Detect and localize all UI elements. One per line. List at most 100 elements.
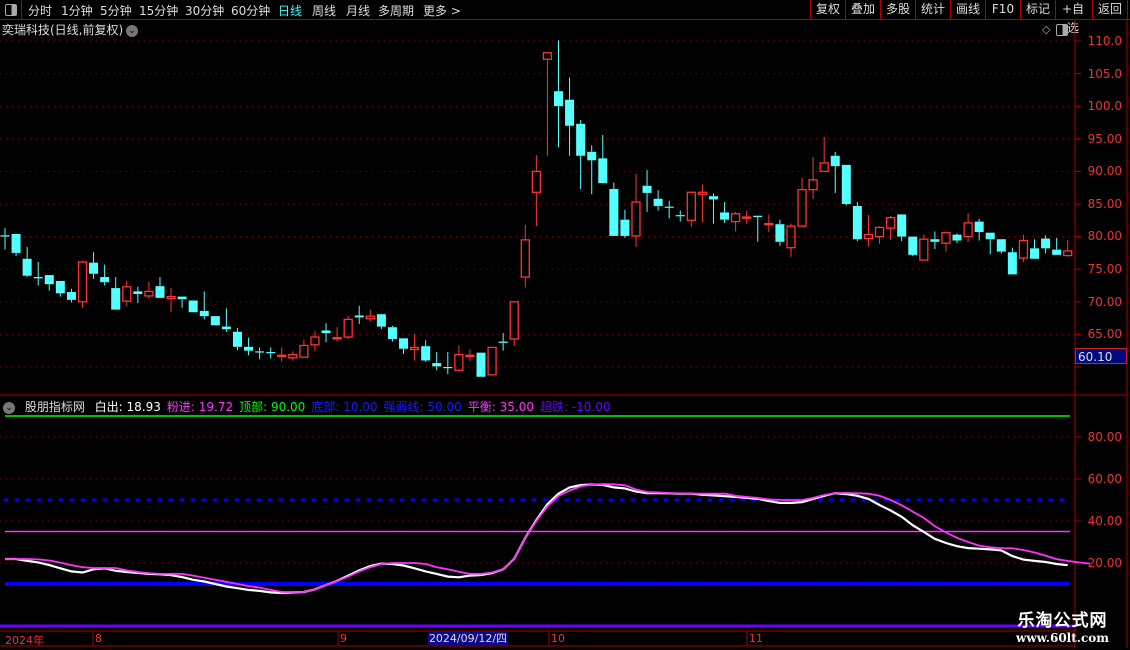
candle-body-up (454, 353, 464, 371)
candle-body-up (166, 295, 176, 300)
candle-body-up (764, 222, 774, 226)
indicator-value-1: 粉进: 19.72 (166, 400, 234, 414)
candle-body-up (509, 301, 519, 340)
candle-body-down (897, 214, 907, 237)
candle-body-up (631, 201, 641, 237)
price-tick: 105.0 (1087, 67, 1122, 81)
candle-body-up (465, 354, 475, 358)
candle-body-down (44, 275, 54, 285)
price-tick: 70.00 (1087, 295, 1122, 309)
candle-body-down (830, 155, 840, 167)
candle-body-down (675, 215, 685, 217)
candle-body-down (0, 235, 10, 237)
candle-body-up (919, 238, 929, 261)
candle-body-down (852, 205, 862, 240)
candle-body-up (742, 216, 752, 219)
date-label: 11 (749, 632, 763, 645)
candle-body-up (487, 346, 497, 376)
indicator-value-6: 超跌: -10.00 (539, 400, 611, 414)
candle-body-down (720, 212, 730, 220)
chart-canvas[interactable] (0, 0, 1130, 650)
indicator-value-4: 强弱线: 50.00 (383, 400, 462, 414)
candle-body-up (1018, 239, 1029, 259)
candle-body-down (387, 327, 397, 339)
candle-body-down (11, 233, 21, 253)
candle-body-up (963, 222, 973, 238)
candle-body-up (288, 353, 298, 359)
candle-body-up (365, 315, 375, 320)
chevron-down-icon[interactable]: ⌄ (3, 401, 15, 414)
candle-body-up (863, 233, 874, 240)
watermark-url: www.60lt.com (1016, 631, 1109, 645)
indicator-values: 白出: 18.93 粉进: 19.72 顶部: 90.00 底部: 10.00 强弱线:… (95, 400, 617, 414)
candle-body-up (941, 232, 951, 244)
candle-body-up (409, 346, 420, 351)
cursor-price-label: 60.10 (1075, 348, 1127, 364)
candle-body-down (177, 296, 187, 300)
candle-body-up (531, 170, 542, 193)
candle-body-down (354, 315, 364, 318)
candle-body-up (808, 179, 818, 191)
candle-body-down (399, 338, 409, 349)
date-label: 9 (340, 632, 347, 645)
candle-body-down (565, 99, 575, 126)
candle-body-up (874, 226, 885, 238)
candle-body-up (786, 225, 796, 249)
indicator-value-0: 白出: 18.93 (94, 400, 161, 414)
candle-body-up (686, 191, 696, 221)
diamond-icon[interactable]: ◇ (1042, 23, 1050, 36)
date-label: 8 (95, 632, 102, 645)
cursor-date-label: 2024/09/12/四 (428, 631, 508, 646)
price-tick: 75.00 (1087, 262, 1122, 276)
date-label: 10 (551, 632, 565, 645)
candle-body-down (22, 258, 32, 276)
watermark-title: 乐淘公式网 (1017, 611, 1108, 631)
candle-body-down (210, 316, 220, 326)
price-tick: 110.0 (1087, 34, 1122, 48)
candle-body-down (89, 262, 99, 274)
candle-body-down (432, 363, 442, 367)
price-tick: 85.00 (1087, 197, 1122, 211)
candle-body-up (77, 261, 88, 303)
stock-title: 奕瑞科技(日线,前复权) ⌄ (2, 21, 139, 38)
candle-body-down (598, 158, 608, 184)
indicator-name: 股朋指标网 (24, 400, 85, 414)
candle-body-up (797, 189, 807, 227)
candle-body-down (255, 351, 265, 353)
candle-body-down (609, 189, 619, 236)
indicator-header: ⌄ 股朋指标网 白出: 18.93 粉进: 19.72 顶部: 90.00 底部: 1… (3, 398, 623, 415)
price-tick: 95.00 (1087, 132, 1122, 146)
price-tick: 65.00 (1087, 327, 1122, 341)
candle-body-down (244, 346, 254, 351)
candle-body-down (952, 234, 962, 241)
candle-body-down (908, 236, 918, 255)
candle-body-down (221, 326, 231, 330)
candle-body-down (775, 224, 785, 242)
candle-body-up (299, 344, 309, 358)
candle-body-down (753, 215, 763, 218)
candle-body-up (885, 217, 896, 229)
candle-body-down (232, 331, 242, 347)
candle-body-down (421, 346, 431, 361)
candle-body-down (199, 310, 209, 317)
indicator-value-5: 平衡: 35.00 (467, 400, 534, 414)
candle-body-down (708, 196, 718, 200)
candle-body-down (33, 277, 43, 279)
candle-body-up (542, 52, 553, 60)
candle-body-down (66, 292, 76, 300)
candle-body-down (155, 286, 165, 298)
candle-body-up (332, 337, 342, 340)
candle-body-up (697, 191, 708, 195)
candle-body-down (498, 341, 508, 343)
panel-toggle-icon[interactable] (1056, 24, 1069, 36)
candle-body-down (188, 300, 198, 313)
chevron-down-icon[interactable]: ⌄ (126, 24, 139, 37)
candle-body-up (277, 354, 287, 358)
indicator-tick: 20.00 (1087, 556, 1122, 570)
price-tick: 80.00 (1087, 229, 1122, 243)
candle-body-down (476, 352, 486, 377)
indicator-tick: 40.00 (1087, 514, 1122, 528)
candle-body-up (122, 286, 132, 302)
candle-body-up (819, 162, 829, 173)
candle-body-down (930, 239, 940, 242)
